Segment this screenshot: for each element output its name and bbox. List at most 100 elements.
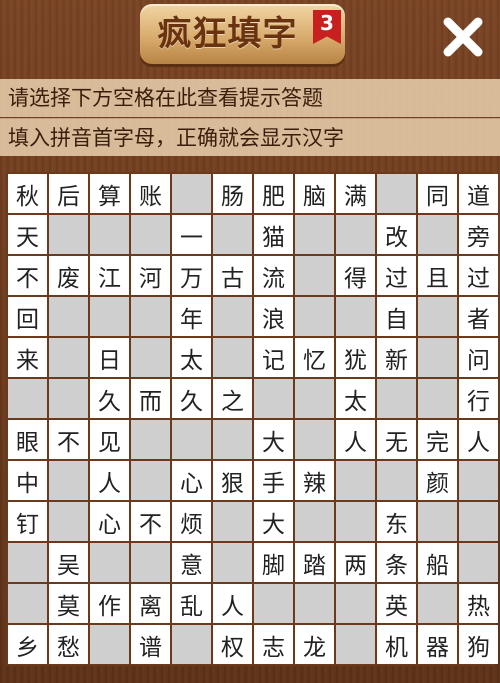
grid-cell-empty[interactable] (418, 297, 457, 336)
grid-cell-filled[interactable]: 肠 (213, 174, 252, 213)
grid-cell-empty[interactable] (8, 584, 47, 623)
grid-cell-empty[interactable] (418, 584, 457, 623)
grid-cell-empty[interactable] (172, 174, 211, 213)
grid-cell-empty[interactable] (90, 625, 129, 664)
grid-cell-empty[interactable] (49, 502, 88, 541)
grid-cell-empty[interactable] (254, 379, 293, 418)
grid-cell-filled[interactable]: 吴 (49, 543, 88, 582)
grid-cell-filled[interactable]: 机 (377, 625, 416, 664)
grid-cell-empty[interactable] (90, 543, 129, 582)
grid-cell-filled[interactable]: 古 (213, 256, 252, 295)
grid-cell-filled[interactable]: 手 (254, 461, 293, 500)
grid-cell-filled[interactable]: 而 (131, 379, 170, 418)
grid-cell-empty[interactable] (8, 379, 47, 418)
grid-cell-filled[interactable]: 废 (49, 256, 88, 295)
grid-cell-empty[interactable] (213, 502, 252, 541)
grid-cell-filled[interactable]: 旁 (459, 215, 498, 254)
grid-cell-filled[interactable]: 账 (131, 174, 170, 213)
grid-cell-empty[interactable] (131, 420, 170, 459)
grid-cell-filled[interactable]: 万 (172, 256, 211, 295)
grid-cell-filled[interactable]: 完 (418, 420, 457, 459)
grid-cell-filled[interactable]: 日 (90, 338, 129, 377)
grid-cell-filled[interactable]: 踏 (295, 543, 334, 582)
grid-cell-filled[interactable]: 心 (90, 502, 129, 541)
grid-cell-empty[interactable] (8, 543, 47, 582)
grid-cell-filled[interactable]: 改 (377, 215, 416, 254)
grid-cell-empty[interactable] (295, 420, 334, 459)
grid-cell-filled[interactable]: 乡 (8, 625, 47, 664)
close-button[interactable] (438, 12, 488, 62)
grid-cell-empty[interactable] (295, 215, 334, 254)
grid-cell-empty[interactable] (213, 297, 252, 336)
grid-cell-filled[interactable]: 过 (377, 256, 416, 295)
grid-cell-filled[interactable]: 犹 (336, 338, 375, 377)
grid-cell-filled[interactable]: 辣 (295, 461, 334, 500)
grid-cell-filled[interactable]: 颜 (418, 461, 457, 500)
grid-cell-filled[interactable]: 条 (377, 543, 416, 582)
grid-cell-filled[interactable]: 无 (377, 420, 416, 459)
grid-cell-filled[interactable]: 年 (172, 297, 211, 336)
grid-cell-filled[interactable]: 船 (418, 543, 457, 582)
grid-cell-filled[interactable]: 人 (336, 420, 375, 459)
grid-cell-filled[interactable]: 道 (459, 174, 498, 213)
grid-cell-filled[interactable]: 者 (459, 297, 498, 336)
grid-cell-filled[interactable]: 天 (8, 215, 47, 254)
grid-cell-filled[interactable]: 人 (90, 461, 129, 500)
grid-cell-empty[interactable] (295, 379, 334, 418)
grid-cell-empty[interactable] (131, 215, 170, 254)
grid-cell-filled[interactable]: 不 (131, 502, 170, 541)
grid-cell-filled[interactable]: 脚 (254, 543, 293, 582)
grid-cell-empty[interactable] (213, 543, 252, 582)
grid-cell-filled[interactable]: 过 (459, 256, 498, 295)
grid-cell-filled[interactable]: 新 (377, 338, 416, 377)
grid-cell-filled[interactable]: 满 (336, 174, 375, 213)
grid-cell-empty[interactable] (418, 502, 457, 541)
grid-cell-empty[interactable] (295, 297, 334, 336)
grid-cell-filled[interactable]: 江 (90, 256, 129, 295)
grid-cell-filled[interactable]: 龙 (295, 625, 334, 664)
grid-cell-filled[interactable]: 浪 (254, 297, 293, 336)
grid-cell-filled[interactable]: 太 (336, 379, 375, 418)
grid-cell-empty[interactable] (295, 584, 334, 623)
grid-cell-filled[interactable]: 作 (90, 584, 129, 623)
grid-cell-filled[interactable]: 大 (254, 420, 293, 459)
grid-cell-filled[interactable]: 见 (90, 420, 129, 459)
grid-cell-filled[interactable]: 来 (8, 338, 47, 377)
grid-cell-empty[interactable] (336, 215, 375, 254)
grid-cell-empty[interactable] (90, 297, 129, 336)
grid-cell-filled[interactable]: 算 (90, 174, 129, 213)
grid-cell-filled[interactable]: 英 (377, 584, 416, 623)
grid-cell-empty[interactable] (336, 625, 375, 664)
grid-cell-empty[interactable] (336, 502, 375, 541)
grid-cell-filled[interactable]: 不 (8, 256, 47, 295)
grid-cell-filled[interactable]: 记 (254, 338, 293, 377)
grid-cell-empty[interactable] (254, 584, 293, 623)
grid-cell-empty[interactable] (131, 543, 170, 582)
grid-cell-filled[interactable]: 久 (90, 379, 129, 418)
grid-cell-filled[interactable]: 行 (459, 379, 498, 418)
grid-cell-empty[interactable] (418, 338, 457, 377)
grid-cell-filled[interactable]: 权 (213, 625, 252, 664)
grid-cell-filled[interactable]: 钉 (8, 502, 47, 541)
grid-cell-filled[interactable]: 两 (336, 543, 375, 582)
grid-cell-filled[interactable]: 热 (459, 584, 498, 623)
grid-cell-filled[interactable]: 人 (459, 420, 498, 459)
grid-cell-filled[interactable]: 中 (8, 461, 47, 500)
grid-cell-empty[interactable] (459, 461, 498, 500)
grid-cell-filled[interactable]: 后 (49, 174, 88, 213)
grid-cell-filled[interactable]: 莫 (49, 584, 88, 623)
grid-cell-empty[interactable] (49, 338, 88, 377)
grid-cell-empty[interactable] (213, 215, 252, 254)
grid-cell-empty[interactable] (336, 584, 375, 623)
grid-cell-empty[interactable] (377, 174, 416, 213)
grid-cell-filled[interactable]: 回 (8, 297, 47, 336)
grid-cell-filled[interactable]: 自 (377, 297, 416, 336)
grid-cell-filled[interactable]: 愁 (49, 625, 88, 664)
grid-cell-filled[interactable]: 谱 (131, 625, 170, 664)
grid-cell-empty[interactable] (49, 379, 88, 418)
grid-cell-filled[interactable]: 河 (131, 256, 170, 295)
grid-cell-filled[interactable]: 心 (172, 461, 211, 500)
grid-cell-filled[interactable]: 乱 (172, 584, 211, 623)
grid-cell-empty[interactable] (459, 543, 498, 582)
grid-cell-filled[interactable]: 离 (131, 584, 170, 623)
